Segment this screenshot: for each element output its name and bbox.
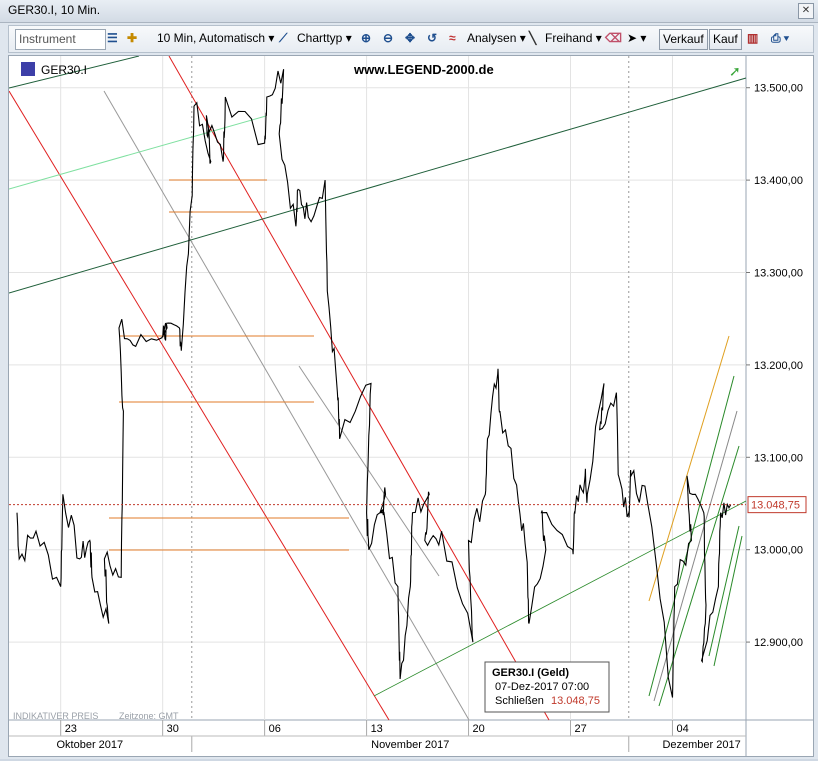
chart-toolbar: Instrument ☰ ✚ 10 Min, Automatisch ▾ ⟋ C… bbox=[8, 25, 814, 53]
analysis-dropdown[interactable]: Analysen ▾ bbox=[467, 29, 526, 48]
current-price-tag: 13.048,75 bbox=[747, 496, 807, 514]
window-title: GER30.I, 10 Min. bbox=[8, 3, 101, 17]
price-tooltip: GER30.I (Geld) 07-Dez-2017 07:00 Schließ… bbox=[484, 661, 610, 713]
interval-dropdown[interactable]: 10 Min, Automatisch ▾ bbox=[157, 29, 274, 48]
x-tick-label: 13 bbox=[371, 723, 383, 735]
eraser-icon[interactable]: ⌫ bbox=[605, 29, 622, 48]
chart-type-dropdown[interactable]: Charttyp ▾ bbox=[297, 29, 352, 48]
plot-area bbox=[9, 56, 746, 720]
buy-button[interactable]: Kauf bbox=[709, 29, 742, 50]
current-price-value: 13.048,75 bbox=[751, 500, 800, 512]
symbol-label[interactable]: GER30.I bbox=[41, 63, 87, 77]
analysis-icon[interactable]: ≈ bbox=[449, 29, 456, 48]
instrument-input[interactable]: Instrument bbox=[15, 29, 106, 50]
close-icon[interactable]: ✕ bbox=[798, 3, 814, 19]
reset-icon[interactable]: ↺ bbox=[427, 29, 437, 48]
tooltip-value: 13.048,75 bbox=[551, 695, 600, 707]
y-tick-label: 13.300,00 bbox=[754, 268, 803, 280]
x-tick-label: 20 bbox=[473, 723, 485, 735]
y-tick-label: 13.100,00 bbox=[754, 452, 803, 464]
y-tick-label: 13.200,00 bbox=[754, 360, 803, 372]
symbol-icon bbox=[21, 62, 35, 76]
chart-type-icon[interactable]: ⟋ bbox=[279, 29, 287, 48]
tooltip-title: GER30.I (Geld) bbox=[492, 667, 569, 679]
price-chart[interactable]: 12.900,00 13.000,00 13.100,00 13.200,00 13.3… bbox=[8, 55, 813, 756]
sell-button[interactable]: Verkauf bbox=[659, 29, 708, 50]
print-icon[interactable]: ⎙ ▾ bbox=[771, 29, 789, 48]
title-bar: GER30.I, 10 Min. ✕ bbox=[0, 0, 818, 23]
price-axis: 12.900,00 13.000,00 13.100,00 13.200,00 13.3… bbox=[746, 83, 803, 649]
freehand-dropdown[interactable]: Freihand ▾ bbox=[545, 29, 602, 48]
x-tick-label: 30 bbox=[167, 723, 179, 735]
tooltip-label: Schließen bbox=[495, 695, 544, 707]
freehand-label: Freihand bbox=[545, 31, 593, 45]
timezone-label: Zeitzone: GMT bbox=[119, 711, 179, 721]
tooltip-datetime: 07-Dez-2017 07:00 bbox=[495, 681, 589, 693]
time-axis: 23 30 06 13 20 27 04 Oktober 2017 November 2017 D… bbox=[9, 720, 746, 752]
y-tick-label: 13.500,00 bbox=[754, 83, 803, 95]
draw-line-icon[interactable]: ╲ bbox=[529, 29, 536, 48]
x-tick-label: 04 bbox=[676, 723, 688, 735]
chart-type-label: Charttyp bbox=[297, 31, 343, 45]
x-month-label: Dezember 2017 bbox=[662, 739, 740, 751]
chart-window: GER30.I, 10 Min. ✕ Instrument ☰ ✚ 10 Min… bbox=[0, 0, 818, 759]
chart-settings-icon[interactable]: ▥ bbox=[747, 29, 758, 48]
zoom-out-icon[interactable]: ⊖ bbox=[383, 29, 393, 48]
x-month-label: November 2017 bbox=[371, 739, 449, 751]
x-month-label: Oktober 2017 bbox=[57, 739, 124, 751]
trend-arrow-icon: ➚ bbox=[729, 63, 741, 79]
y-tick-label: 13.000,00 bbox=[754, 545, 803, 557]
x-tick-label: 23 bbox=[65, 723, 77, 735]
watermark: www.LEGEND-2000.de bbox=[353, 62, 494, 77]
interval-label: 10 Min, Automatisch bbox=[157, 31, 266, 45]
cursor-dropdown[interactable]: ➤ ▾ bbox=[627, 29, 646, 48]
x-tick-label: 06 bbox=[269, 723, 281, 735]
y-tick-label: 12.900,00 bbox=[754, 637, 803, 649]
instrument-list-icon[interactable]: ☰ bbox=[107, 29, 118, 48]
analysis-label: Analysen bbox=[467, 31, 517, 45]
zoom-in-icon[interactable]: ⊕ bbox=[361, 29, 371, 48]
y-tick-label: 13.400,00 bbox=[754, 175, 803, 187]
move-icon[interactable]: ✥ bbox=[405, 29, 415, 48]
indicative-price-label: INDIKATIVER PREIS bbox=[13, 711, 98, 721]
x-tick-label: 27 bbox=[574, 723, 586, 735]
add-instrument-icon[interactable]: ✚ bbox=[127, 29, 137, 48]
chart-area[interactable]: 12.900,00 13.000,00 13.100,00 13.200,00 13.3… bbox=[8, 55, 814, 757]
